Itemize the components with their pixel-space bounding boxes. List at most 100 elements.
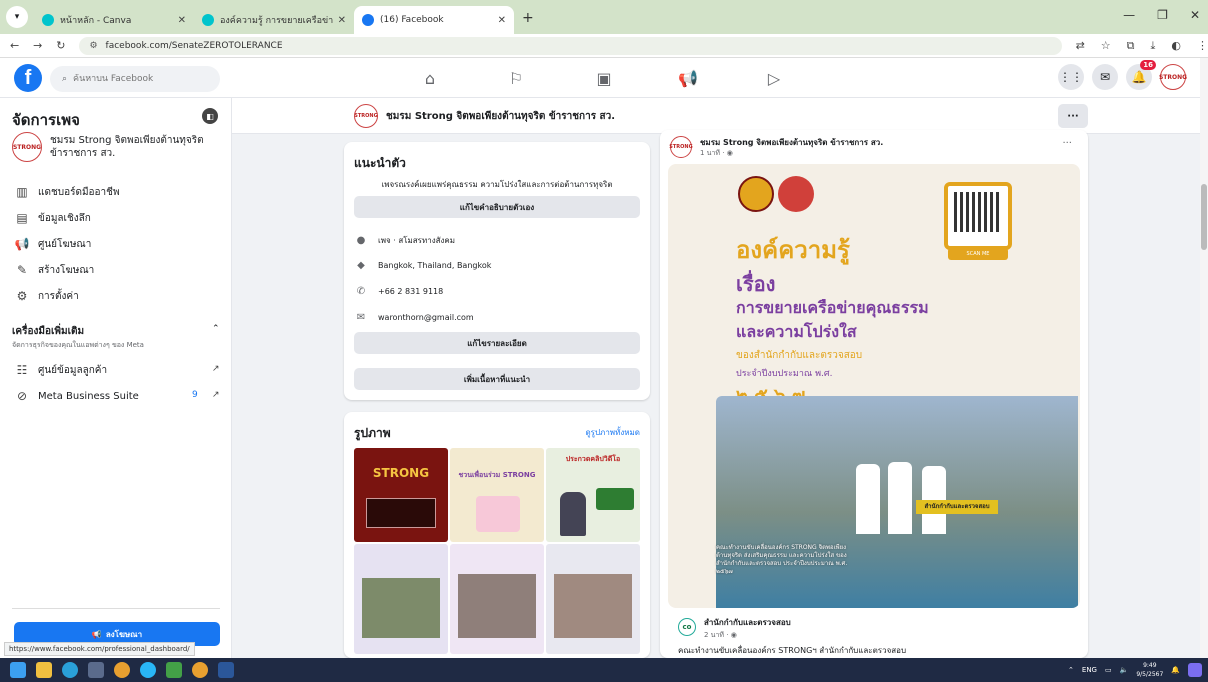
bookmark-star-icon[interactable]: ☆ [1101,39,1111,53]
new-tab-button[interactable]: + [522,10,534,26]
sidebar-item-dashboard[interactable]: ▥ แดชบอร์ดมืออาชีพ [14,184,119,200]
notification-bell-icon[interactable]: 🔔 [1171,666,1180,674]
chrome-icon[interactable] [114,662,130,678]
page-logo[interactable]: STRONG [354,104,378,128]
add-featured-button[interactable]: เพิ่มเนื้อหาที่แนะนำ [354,368,640,390]
teams-icon[interactable] [140,662,156,678]
canva-icon [42,14,54,26]
chrome-icon[interactable] [192,662,208,678]
display-icon[interactable]: ▭ [1105,666,1112,674]
sidebar-item-create-ad[interactable]: ✎ สร้างโฆษณา [14,262,94,278]
photo-caption: ประกวดคลิปวิดีโอ [565,455,621,463]
close-icon[interactable]: ✕ [178,15,186,26]
page-header-name[interactable]: ชมรม Strong จิตพอเพียงต้านทุจริต ข้าราชก… [386,109,615,124]
browser-actions: ⇄ ☆ ⧉ ⤓ ◐ ⋮ [1076,39,1208,53]
shared-page-logo[interactable]: co [678,618,696,636]
sidebar-item-settings[interactable]: ⚙ การตั้งค่า [14,288,79,304]
line-icon[interactable] [166,662,182,678]
sidebar-item-meta-business-suite[interactable]: ⊘ Meta Business Suite [14,388,139,404]
post-image[interactable]: SCAN ME องค์ความรู้ เรื่อง การขยายเครือข… [668,164,1080,608]
profile-icon[interactable]: ◐ [1171,39,1181,53]
messenger-icon[interactable]: ✉ [1092,64,1118,90]
collapse-sidebar-icon[interactable]: ◧ [202,108,218,124]
page-header: STRONG ชมรม Strong จิตพอเพียงต้านทุจริต … [232,98,1200,134]
close-icon[interactable]: ✕ [338,15,346,26]
see-all-photos-link[interactable]: ดูรูปภาพทั้งหมด [585,426,640,439]
external-link-icon[interactable]: ↗ [212,364,220,374]
browser-tab-canva[interactable]: หน้าหลัก - Canva ✕ [34,6,194,34]
browser-menu-icon[interactable]: ⋮ [1197,39,1208,53]
megaphone-icon[interactable]: 📢 [668,64,708,92]
marketplace-icon[interactable]: ▣ [584,64,624,92]
sidebar-item-ad-center[interactable]: 📢 ศูนย์โฆษณา [14,236,92,252]
reload-icon[interactable]: ↻ [52,39,69,52]
sidebar-page[interactable]: STRONG ชมรม Strong จิตพอเพียงต้านทุจริต … [12,132,220,162]
intro-bio: เพจรณรงค์เผยแพร่คุณธรรม ความโปร่งใสและกา… [381,180,613,189]
copilot-icon[interactable] [1188,663,1202,677]
shared-timestamp[interactable]: 2 นาที · ◉ [704,630,737,641]
word-icon[interactable] [218,662,234,678]
home-icon[interactable]: ⌂ [410,64,450,92]
photo-thumbnail[interactable]: STRONG [354,448,448,542]
flag-icon[interactable]: ⚐ [496,64,536,92]
notifications-icon[interactable]: 🔔 16 [1126,60,1156,90]
email-text[interactable]: waronthorn@gmail.com [378,313,474,322]
shared-author[interactable]: สำนักกำกับและตรวจสอบ [704,616,791,629]
url-field[interactable]: ⚙ facebook.com/SenateZEROTOLERANCE [79,36,1062,55]
minimize-icon[interactable]: — [1123,8,1135,22]
clock[interactable]: 9:49 9/5/2567 [1136,661,1163,679]
photo-thumbnail[interactable] [450,544,544,654]
sidebar-item-insights[interactable]: ▤ ข้อมูลเชิงลึก [14,210,91,226]
edge-icon[interactable] [62,662,78,678]
edit-details-button[interactable]: แก้ไขรายละเอียด [354,332,640,354]
photos-title: รูปภาพ [354,426,391,440]
menu-grid-icon[interactable]: ⋮⋮ [1058,64,1084,90]
download-icon[interactable]: ⤓ [1151,39,1156,53]
edit-bio-button[interactable]: แก้ไขคำอธิบายตัวเอง [354,196,640,218]
photos-card: รูปภาพ ดูรูปภาพทั้งหมด STRONG ชวนเพื่อนร… [344,412,650,658]
page-logo[interactable]: STRONG [669,136,693,158]
photo-thumbnail[interactable] [354,544,448,654]
browser-tab-canva-design[interactable]: องค์ความรู้ การขยายเครือข่ายคุณธรร ✕ [194,6,354,34]
post-more-icon[interactable]: ··· [1062,138,1072,149]
browser-tab-facebook[interactable]: (16) Facebook ✕ [354,6,514,34]
windows-start-icon[interactable] [10,662,26,678]
photo-thumbnail[interactable]: ประกวดคลิปวิดีโอ [546,448,640,542]
page-scrollbar[interactable] [1200,58,1208,658]
close-window-icon[interactable]: ✕ [1190,8,1200,22]
forward-icon[interactable]: → [29,39,46,52]
window-controls: — ❐ ✕ [1123,8,1200,22]
tab-search-icon[interactable]: ▾ [6,6,28,28]
file-explorer-icon[interactable] [36,662,52,678]
search-box[interactable]: ⌕ [50,66,220,92]
facebook-logo[interactable]: f [14,64,42,92]
photo-thumbnail[interactable] [546,544,640,654]
strong-badge-icon [738,176,774,212]
location-text: Bangkok, Thailand, Bangkok [378,261,492,270]
sidebar-item-label: ข้อมูลเชิงลึก [38,212,91,224]
location-icon: ◆ [357,260,365,271]
external-link-icon[interactable]: ↗ [212,390,220,400]
photo-thumbnail[interactable]: ชวนเพื่อนร่วม STRONG [450,448,544,542]
back-icon[interactable]: ← [6,39,23,52]
language-indicator[interactable]: ENG [1082,666,1097,674]
chevron-up-icon[interactable]: ⌃ [1068,666,1074,674]
chevron-up-icon[interactable]: ⌃ [212,324,220,334]
scrollbar-thumb[interactable] [1201,184,1207,250]
profile-avatar[interactable]: STRONG [1159,64,1187,90]
search-input[interactable] [73,74,194,84]
more-tools-heading[interactable]: เครื่องมือเพิ่มเติม [12,324,84,339]
site-info-icon[interactable]: ⚙ [89,41,97,51]
extensions-icon[interactable]: ⧉ [1127,39,1135,53]
sidebar-item-customer-data[interactable]: ☷ ศูนย์ข้อมูลลูกค้า [14,362,107,378]
video-icon[interactable]: ▷ [754,64,794,92]
qr-code: SCAN ME [944,182,1012,260]
post-timestamp[interactable]: 1 นาที · ◉ [700,148,733,159]
volume-icon[interactable]: 🔈 [1120,666,1129,674]
translate-icon[interactable]: ⇄ [1076,39,1085,53]
store-icon[interactable] [88,662,104,678]
close-icon[interactable]: ✕ [498,15,506,26]
restore-icon[interactable]: ❐ [1157,8,1168,22]
more-options-button[interactable]: ··· [1058,104,1088,128]
sign-board: สำนักกำกับและตรวจสอบ [916,500,998,514]
